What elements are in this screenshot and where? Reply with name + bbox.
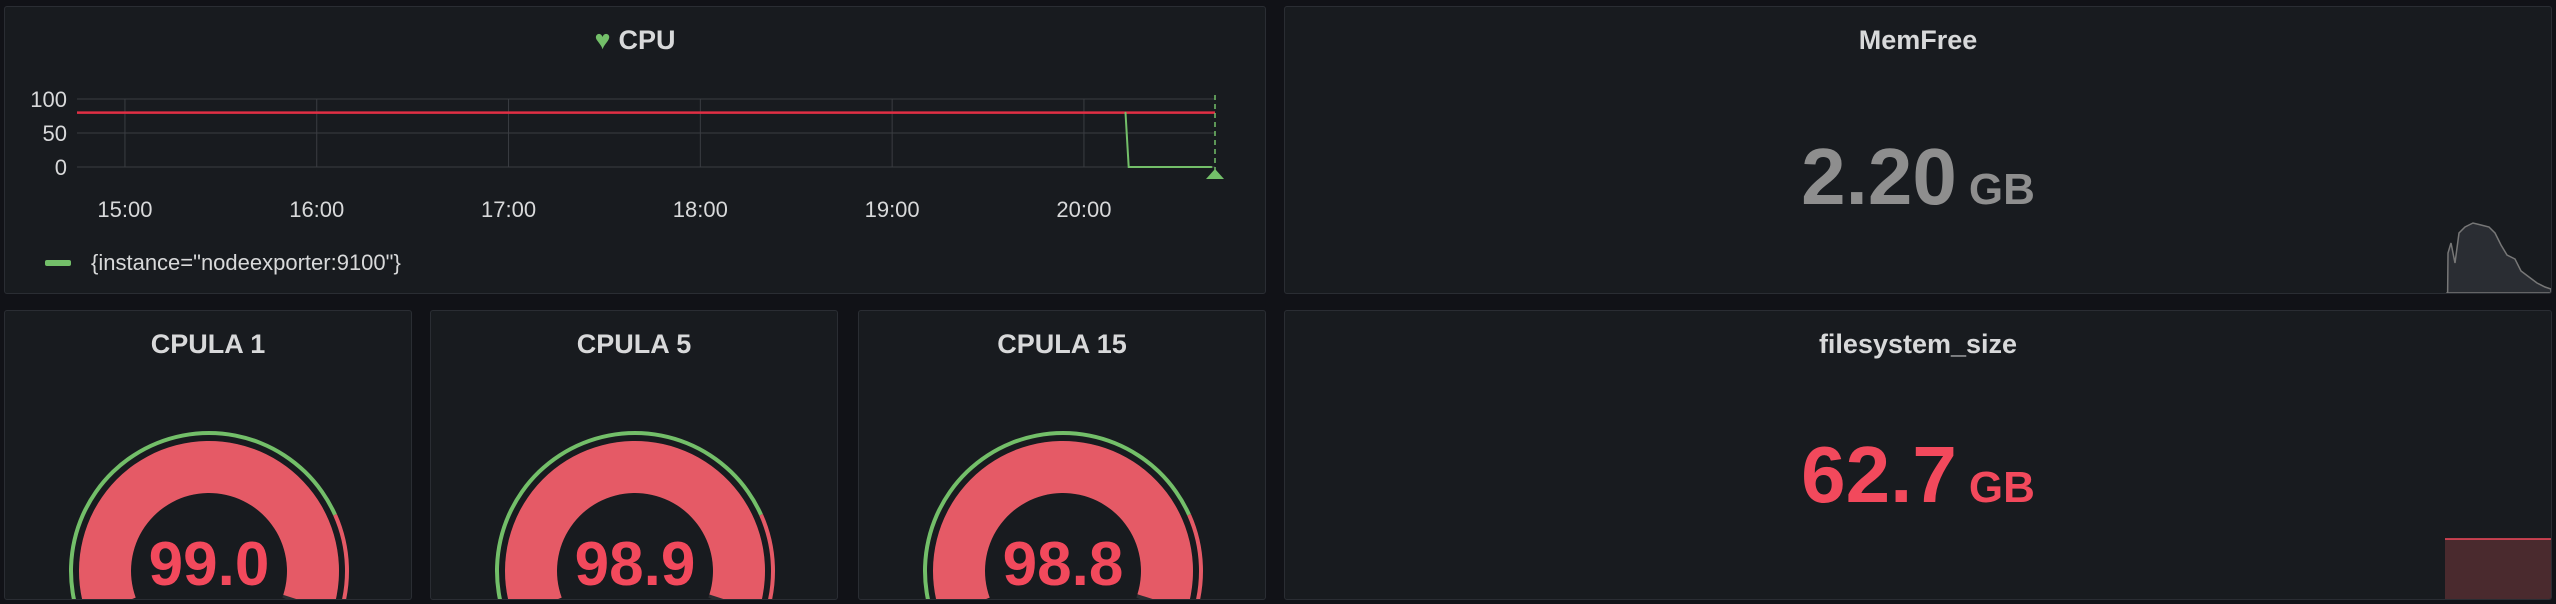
gauge-value-text: 99.0 (149, 530, 270, 599)
series-point (1124, 111, 1127, 114)
gauge-cpula1: 99.0 (69, 431, 349, 599)
memfree-title: MemFree (1858, 25, 1978, 55)
series-point (1211, 166, 1213, 168)
x-tick-label: 20:00 (1056, 197, 1111, 222)
y-tick-label: 100 (30, 87, 67, 112)
filesystem-unit: GB (1968, 463, 2035, 512)
series-line (1124, 112, 1212, 168)
x-tick-label: 17:00 (481, 197, 536, 222)
filesystem-value: 62.7 (1801, 430, 1957, 519)
cpu-panel[interactable]: ♥ CPU 100 50 0 15:00 16:00 17:00 18:00 19:00 20:0… (4, 6, 1266, 294)
filesystem-stat: 62.7 GB (1285, 429, 2551, 521)
y-tick-label: 0 (55, 155, 67, 180)
memfree-value: 2.20 (1801, 132, 1957, 221)
filesystem-sparkline (2445, 538, 2551, 599)
gauge-panel-cpula5[interactable]: CPULA 5 98.9 (430, 310, 838, 600)
filesystem-panel[interactable]: filesystem_size 62.7 GB (1284, 310, 2552, 600)
gauge-cpula5: 98.9 (495, 431, 775, 599)
cpu-legend[interactable]: {instance="nodeexporter:9100"} (45, 250, 401, 276)
legend-label: {instance="nodeexporter:9100"} (91, 250, 401, 275)
gauge-value-text: 98.8 (1003, 530, 1124, 599)
memfree-panel[interactable]: MemFree 2.20 GB (1284, 6, 2552, 294)
x-tick-label: 16:00 (289, 197, 344, 222)
y-tick-label: 50 (43, 121, 67, 146)
legend-swatch (45, 260, 71, 266)
filesystem-title: filesystem_size (1818, 329, 2018, 359)
series-point (1127, 166, 1130, 168)
gauge-value-text: 98.9 (575, 530, 696, 599)
gauge-cpula15: 98.8 (923, 431, 1203, 599)
gauge-panel-cpula1[interactable]: CPULA 1 99.0 (4, 310, 412, 600)
gauge-panel-cpula15[interactable]: CPULA 15 98.8 (858, 310, 1266, 600)
memfree-stat: 2.20 GB (1285, 131, 2551, 223)
annotation-marker (1206, 169, 1224, 179)
memfree-unit: GB (1968, 165, 2035, 214)
memfree-sparkline (2446, 222, 2551, 293)
x-tick-label: 18:00 (673, 197, 728, 222)
x-tick-label: 15:00 (97, 197, 152, 222)
cpu-chart[interactable]: 100 50 0 15:00 16:00 17:00 18:00 19:00 20:00 (5, 7, 1266, 237)
x-tick-label: 19:00 (865, 197, 920, 222)
